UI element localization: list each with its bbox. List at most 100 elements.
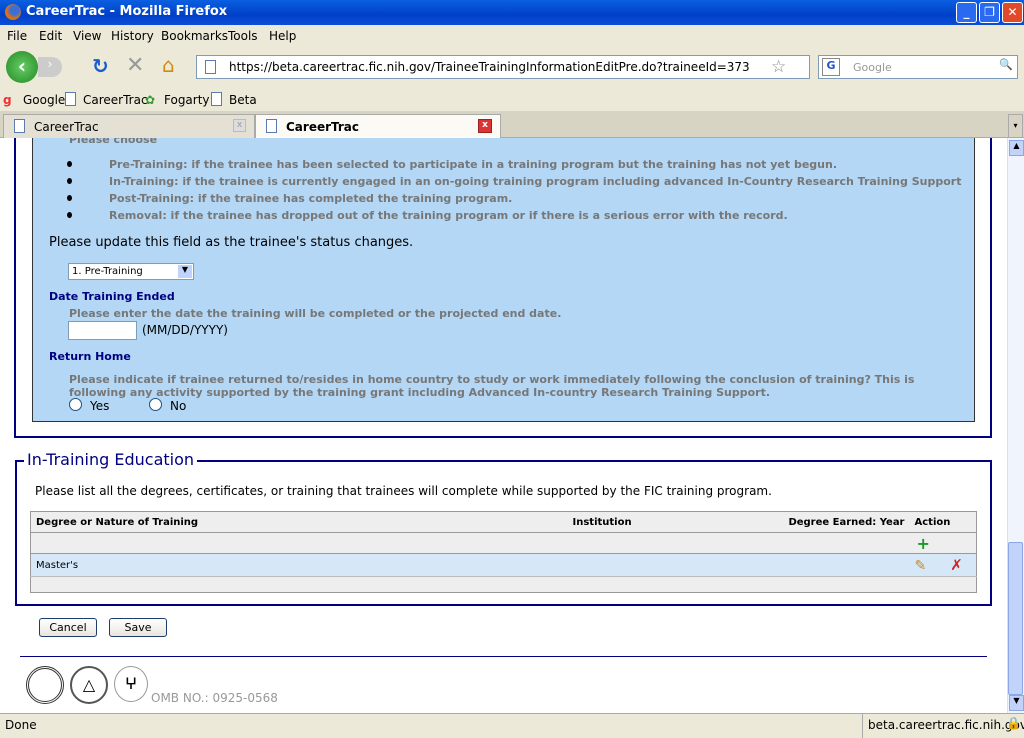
page-icon [205, 60, 216, 74]
bullet [67, 178, 72, 184]
menu-history[interactable]: History [111, 29, 154, 43]
menu-file[interactable]: File [7, 29, 27, 43]
table-header: Degree or Nature of Training Institution… [30, 511, 977, 533]
restore-button[interactable]: ❐ [979, 2, 1000, 23]
cancel-button[interactable]: Cancel [39, 618, 97, 637]
title-bar: CareerTrac - Mozilla Firefox _ ❐ ✕ [0, 0, 1024, 25]
url-text: https://beta.careertrac.fic.nih.gov/Trai… [229, 60, 750, 74]
lock-icon[interactable]: 🔒 [1006, 716, 1021, 730]
yes-label: Yes [90, 399, 110, 413]
status-definition: Pre-Training: if the trainee has been se… [109, 158, 837, 171]
close-button[interactable]: ✕ [1002, 2, 1023, 23]
degree-cell: Master's [36, 559, 79, 571]
menu-bar: File Edit View History Bookmarks Tools H… [0, 25, 1024, 47]
forward-button[interactable]: › [38, 57, 62, 77]
no-label: No [170, 399, 187, 413]
fogarty-icon: ✿ [145, 93, 156, 107]
edit-pencil-icon[interactable]: ✎ [915, 558, 927, 574]
status-definition: Post-Training: if the trainee has comple… [109, 192, 513, 205]
back-button[interactable]: ‹ [6, 51, 38, 83]
menu-edit[interactable]: Edit [39, 29, 62, 43]
save-button[interactable]: Save [109, 618, 167, 637]
date-ended-label: Date Training Ended [49, 290, 175, 303]
google-bookmark-icon: g [3, 93, 12, 107]
col-degree: Degree or Nature of Training [36, 516, 199, 528]
page-icon [14, 119, 25, 133]
menu-tools[interactable]: Tools [228, 29, 258, 43]
bookmark-star-icon[interactable]: ☆ [771, 57, 786, 77]
date-ended-input[interactable] [68, 321, 137, 340]
update-note: Please update this field as the trainee'… [49, 235, 414, 250]
return-home-no-radio[interactable] [149, 398, 162, 411]
bookmark-careertrac[interactable]: CareerTrac [83, 93, 148, 107]
tab-bar: CareerTrac x CareerTrac x ▾ [0, 111, 1024, 138]
search-magnifier-icon[interactable]: 🔍 [999, 58, 1013, 71]
tab-label: CareerTrac [34, 120, 99, 134]
page-icon [266, 119, 277, 133]
menu-view[interactable]: View [73, 29, 101, 43]
status-definition: Removal: if the trainee has dropped out … [109, 209, 788, 222]
google-icon[interactable]: G [822, 58, 840, 76]
hhs-eagle-logo: ⵖ [114, 666, 148, 702]
bullet [67, 195, 72, 201]
add-row: + [30, 532, 977, 554]
page-icon [65, 92, 76, 106]
date-ended-help: Please enter the date the training will … [69, 307, 562, 320]
section-legend: In-Training Education [24, 450, 198, 469]
date-format-hint: (MM/DD/YYYY) [142, 323, 228, 337]
tab-close-icon[interactable]: x [233, 119, 246, 132]
home-icon[interactable]: ⌂ [162, 53, 175, 77]
bookmarks-toolbar: g Google CareerTrac ✿ Fogarty Beta [0, 87, 1024, 111]
scroll-down-button[interactable]: ▼ [1009, 695, 1024, 711]
institution-cell [568, 554, 768, 577]
status-select-value: 1. Pre-Training [72, 266, 143, 277]
col-action: Action [914, 516, 951, 528]
search-input[interactable]: G Google 🔍 [818, 55, 1018, 79]
address-bar[interactable]: https://beta.careertrac.fic.nih.gov/Trai… [196, 55, 810, 79]
col-year: Degree Earned: Year [788, 516, 905, 528]
omb-number: OMB NO.: 0925-0568 [151, 691, 278, 705]
education-intro: Please list all the degrees, certificate… [35, 484, 772, 498]
menu-help[interactable]: Help [269, 29, 296, 43]
education-table: Degree or Nature of Training Institution… [30, 511, 977, 593]
minimize-button[interactable]: _ [956, 2, 977, 23]
bullet [67, 212, 72, 218]
table-row: Master's ✎ ✗ [30, 553, 977, 577]
footer-divider [20, 656, 987, 657]
status-bar: Done beta.careertrac.fic.nih.gov 🔒 [0, 713, 1024, 738]
status-divider [862, 714, 863, 738]
tab-label: CareerTrac [286, 120, 360, 134]
stop-icon[interactable]: ✕ [126, 53, 144, 78]
bookmark-fogarty[interactable]: Fogarty [164, 93, 210, 107]
reload-icon[interactable]: ↻ [92, 54, 109, 78]
tab-careertrac-2[interactable]: CareerTrac x [255, 114, 501, 138]
search-placeholder: Google [853, 61, 892, 74]
status-domain: beta.careertrac.fic.nih.gov [868, 718, 1024, 732]
add-icon[interactable]: + [915, 534, 930, 553]
tab-close-icon[interactable]: x [478, 119, 492, 133]
return-home-label: Return Home [49, 350, 131, 363]
nih-logo: △ [70, 666, 108, 704]
page-content: Please choose Pre-Training: if the train… [0, 138, 1007, 713]
delete-icon[interactable]: ✗ [950, 556, 963, 574]
hhs-globe-logo [26, 666, 64, 704]
status-definition: In-Training: if the trainee is currently… [109, 175, 962, 188]
col-institution: Institution [572, 516, 632, 528]
please-choose-text: Please choose [69, 138, 158, 146]
firefox-icon [5, 4, 21, 20]
page-icon [211, 92, 222, 106]
scroll-up-button[interactable]: ▲ [1009, 140, 1024, 156]
menu-bookmarks[interactable]: Bookmarks [161, 29, 228, 43]
status-text: Done [5, 718, 37, 732]
bookmark-beta[interactable]: Beta [229, 93, 257, 107]
tab-careertrac-1[interactable]: CareerTrac x [3, 114, 255, 138]
year-cell [768, 554, 910, 577]
table-footer-row [30, 576, 977, 593]
return-home-yes-radio[interactable] [69, 398, 82, 411]
bookmark-google[interactable]: Google [23, 93, 65, 107]
chevron-down-icon: ▼ [178, 265, 192, 278]
tab-list-button[interactable]: ▾ [1008, 114, 1023, 138]
bullet [67, 161, 72, 167]
scrollbar-thumb[interactable] [1008, 542, 1023, 695]
status-select[interactable]: 1. Pre-Training ▼ [68, 263, 194, 280]
